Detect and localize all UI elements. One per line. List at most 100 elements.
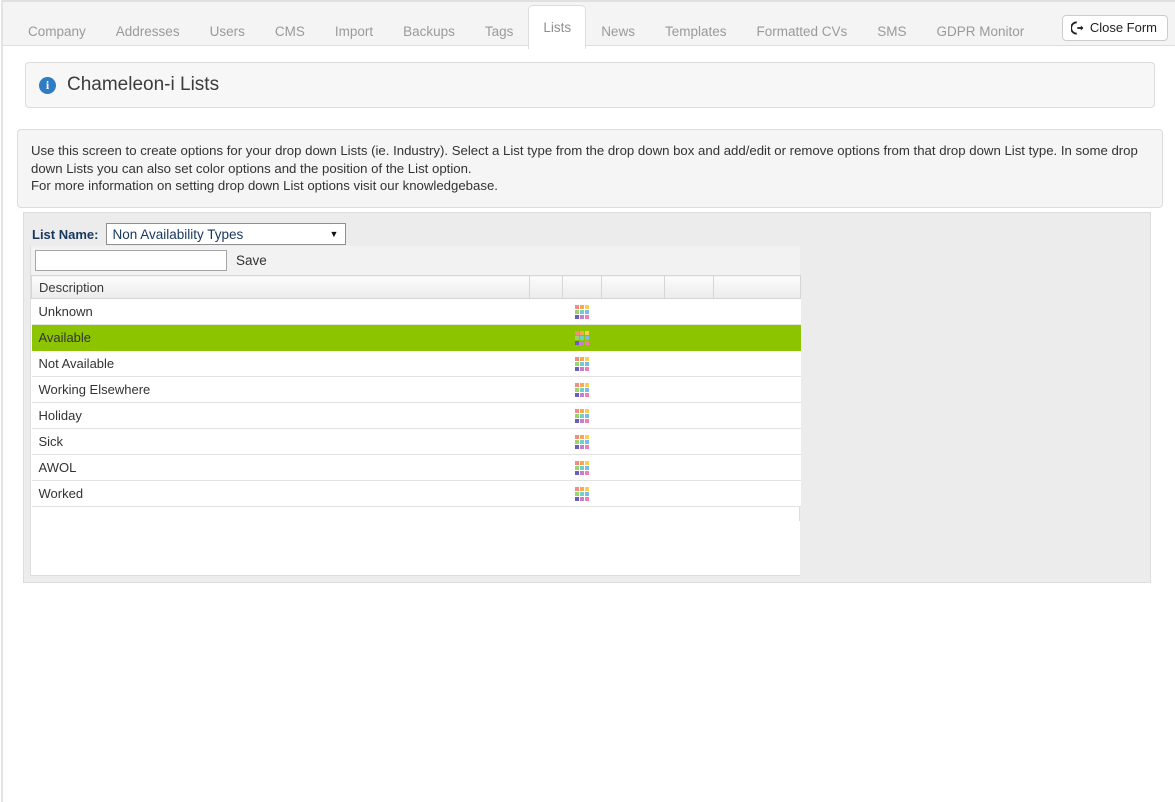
table-row[interactable]: Worked	[31, 480, 801, 507]
tab-templates[interactable]: Templates	[650, 13, 742, 49]
cell-blank-2	[529, 376, 563, 403]
cell-blank-5	[664, 298, 714, 325]
table-row[interactable]: Working Elsewhere	[31, 376, 801, 403]
cell-description: Holiday	[31, 402, 530, 429]
cell-blank-4	[601, 324, 665, 351]
column-header-6	[713, 275, 801, 299]
cell-blank-5	[664, 428, 714, 455]
save-button[interactable]: Save	[236, 253, 267, 268]
instructions-panel: Use this screen to create options for yo…	[17, 129, 1163, 208]
cell-color-picker[interactable]	[562, 428, 602, 455]
column-header-description[interactable]: Description	[31, 275, 530, 299]
tab-list: Company Addresses Users CMS Import Backups Tag…	[13, 4, 1040, 49]
cell-blank-4	[601, 454, 665, 481]
cell-blank-4	[601, 428, 665, 455]
color-palette-icon[interactable]	[575, 383, 589, 398]
table-row[interactable]: Available	[31, 324, 801, 351]
tab-backups[interactable]: Backups	[388, 13, 470, 49]
list-name-select[interactable]: Non Availability Types ▼	[106, 223, 347, 245]
cell-blank-4	[601, 402, 665, 429]
color-palette-icon[interactable]	[575, 357, 589, 372]
close-form-label: Close Form	[1089, 20, 1157, 35]
cell-description: Working Elsewhere	[31, 376, 530, 403]
table-row[interactable]: AWOL	[31, 454, 801, 481]
cell-color-picker[interactable]	[562, 324, 602, 351]
cell-blank-2	[529, 324, 563, 351]
list-name-label: List Name:	[32, 226, 99, 242]
table-row[interactable]: Unknown	[31, 298, 801, 325]
table-row[interactable]: Holiday	[31, 402, 801, 429]
table-row[interactable]: Not Available	[31, 350, 801, 377]
cell-blank-2	[529, 454, 563, 481]
cell-color-picker[interactable]	[562, 350, 602, 377]
close-form-button[interactable]: Close Form	[1061, 15, 1168, 41]
cell-blank-5	[664, 480, 714, 507]
color-palette-icon[interactable]	[575, 305, 589, 320]
page-title: Chameleon-i Lists	[67, 74, 220, 95]
cell-blank-2	[529, 402, 563, 429]
cell-color-picker[interactable]	[562, 480, 602, 507]
color-palette-icon[interactable]	[575, 461, 589, 476]
color-palette-icon[interactable]	[575, 435, 589, 450]
tab-formatted-cvs[interactable]: Formatted CVs	[741, 13, 862, 49]
tab-addresses[interactable]: Addresses	[101, 13, 195, 49]
tab-lists[interactable]: Lists	[528, 5, 587, 49]
cell-blank-6	[713, 376, 801, 403]
cell-blank-4	[601, 480, 665, 507]
cell-blank-4	[601, 298, 665, 325]
cell-blank-2	[529, 428, 563, 455]
cell-blank-6	[713, 428, 801, 455]
cell-blank-6	[713, 350, 801, 377]
column-header-4	[601, 275, 665, 299]
tab-bar: Company Addresses Users CMS Import Backups Tag…	[3, 0, 1175, 49]
tab-cms[interactable]: CMS	[260, 13, 320, 49]
cell-description: Unknown	[31, 298, 530, 325]
column-header-5	[664, 275, 714, 299]
sign-out-icon	[1070, 21, 1085, 35]
cell-blank-4	[601, 350, 665, 377]
list-name-row: List Name: Non Availability Types ▼	[32, 223, 347, 245]
add-option-row: Save	[31, 246, 800, 275]
cell-color-picker[interactable]	[562, 402, 602, 429]
cell-color-picker[interactable]	[562, 298, 602, 325]
cell-color-picker[interactable]	[562, 376, 602, 403]
tab-company[interactable]: Company	[13, 13, 101, 49]
content-frame: Company Addresses Users CMS Import Backups Tag…	[1, 0, 1175, 590]
cell-blank-5	[664, 454, 714, 481]
tab-users[interactable]: Users	[195, 13, 260, 49]
table-header-row: Description	[31, 275, 801, 299]
table-body: Unknown Available Not Available Working Els…	[31, 298, 801, 507]
cell-blank-6	[713, 402, 801, 429]
instructions-line-2: For more information on setting drop dow…	[31, 178, 498, 193]
cell-blank-2	[529, 480, 563, 507]
cell-blank-5	[664, 350, 714, 377]
cell-blank-4	[601, 376, 665, 403]
cell-blank-6	[713, 480, 801, 507]
list-name-selected-value: Non Availability Types	[112, 226, 244, 242]
color-palette-icon[interactable]	[575, 487, 589, 502]
tab-sms[interactable]: SMS	[862, 13, 921, 49]
cell-description: AWOL	[31, 454, 530, 481]
instructions-line-1: Use this screen to create options for yo…	[31, 143, 1138, 176]
cell-description: Not Available	[31, 350, 530, 377]
cell-color-picker[interactable]	[562, 454, 602, 481]
tab-gdpr-monitor[interactable]: GDPR Monitor	[922, 13, 1040, 49]
tab-import[interactable]: Import	[320, 13, 388, 49]
color-palette-icon[interactable]	[575, 331, 589, 346]
cell-blank-5	[664, 402, 714, 429]
cell-blank-2	[529, 298, 563, 325]
cell-blank-6	[713, 324, 801, 351]
list-options-container: Save Description Unknown Available Not A…	[30, 246, 801, 576]
cell-description: Sick	[31, 428, 530, 455]
table-header: Description	[31, 275, 801, 299]
tab-tags[interactable]: Tags	[470, 13, 529, 49]
cell-blank-5	[664, 376, 714, 403]
tab-news[interactable]: News	[586, 13, 650, 49]
new-option-input[interactable]	[35, 250, 227, 271]
table-row[interactable]: Sick	[31, 428, 801, 455]
column-header-3	[562, 275, 602, 299]
color-palette-icon[interactable]	[575, 409, 589, 424]
cell-blank-2	[529, 350, 563, 377]
page-empty-area	[1, 590, 1175, 802]
table-empty-space	[31, 521, 800, 575]
